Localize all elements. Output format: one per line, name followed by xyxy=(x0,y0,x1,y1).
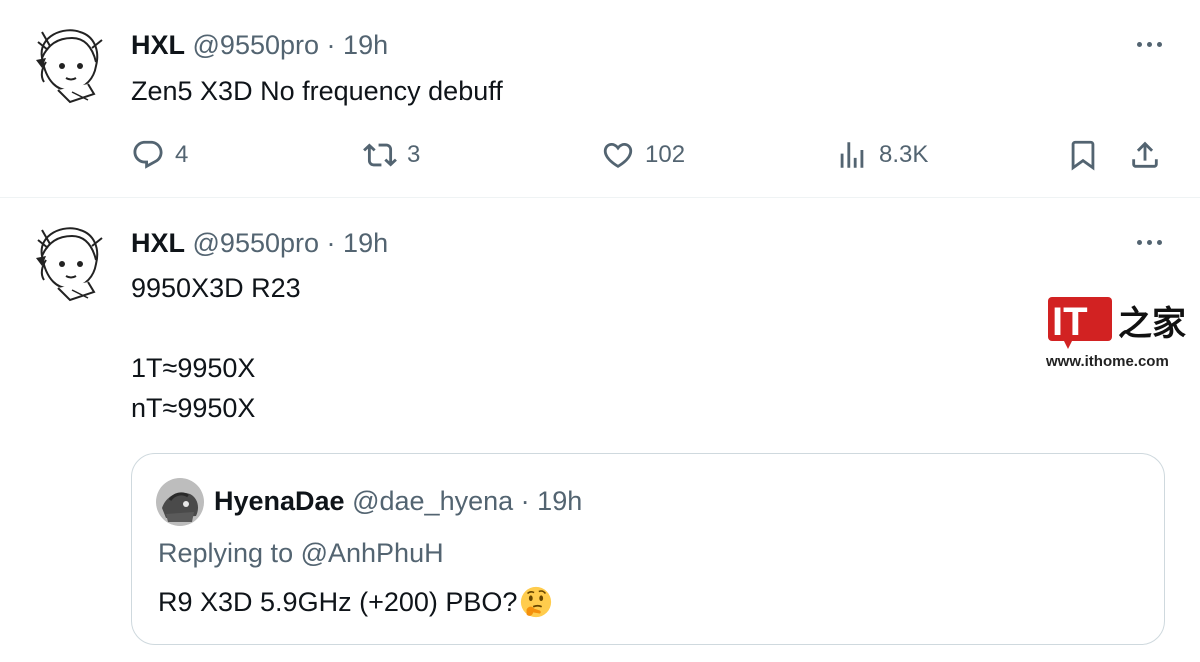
tweet-header: HXL @9550pro · 19h xyxy=(131,226,388,260)
view-count: 8.3K xyxy=(879,141,929,168)
ithome-logo-icon: IT 之家 xyxy=(1048,297,1186,349)
share-button[interactable] xyxy=(1128,136,1162,174)
views-icon xyxy=(840,142,864,168)
action-bar: 4 3 102 8.3K xyxy=(131,136,1162,174)
timestamp[interactable]: 19h xyxy=(343,30,388,60)
separator: · xyxy=(520,486,530,516)
views-button[interactable]: 8.3K xyxy=(835,136,928,174)
reply-count: 4 xyxy=(175,141,189,168)
author-avatar[interactable] xyxy=(28,22,112,106)
more-icon[interactable] xyxy=(1137,240,1162,245)
quote-header: HyenaDae @dae_hyena · 19h xyxy=(214,484,582,518)
author-handle[interactable]: @9550pro xyxy=(193,30,320,60)
like-button[interactable]: 102 xyxy=(601,136,685,174)
replying-prefix: Replying to xyxy=(158,538,301,568)
tweet-line: 9950X3D R23 xyxy=(131,273,301,303)
tweet-line: nT≈9950X xyxy=(131,393,256,423)
replying-to: Replying to @AnhPhuH xyxy=(158,536,444,570)
quote-timestamp[interactable]: 19h xyxy=(537,486,582,516)
share-icon xyxy=(1132,141,1158,168)
tweet-line xyxy=(131,308,301,348)
author-handle[interactable]: @9550pro xyxy=(193,228,320,258)
bookmark-button[interactable] xyxy=(1066,136,1100,174)
timestamp[interactable]: 19h xyxy=(343,228,388,258)
quote-text-content: R9 X3D 5.9GHz (+200) PBO? xyxy=(158,587,518,617)
more-icon[interactable] xyxy=(1137,42,1162,47)
quote-author-avatar[interactable] xyxy=(156,478,204,526)
reply-button[interactable]: 4 xyxy=(131,136,188,174)
like-icon xyxy=(603,142,633,168)
quote-author-name[interactable]: HyenaDae xyxy=(214,486,345,516)
repost-count: 3 xyxy=(407,141,421,168)
svg-text:之家: 之家 xyxy=(1118,304,1186,344)
author-name[interactable]: HXL xyxy=(131,228,185,258)
quote-text: R9 X3D 5.9GHz (+200) PBO? xyxy=(158,584,553,620)
like-count: 102 xyxy=(645,141,686,168)
reply-icon xyxy=(133,140,163,169)
repost-button[interactable]: 3 xyxy=(363,136,420,174)
author-name[interactable]: HXL xyxy=(131,30,185,60)
separator: · xyxy=(326,228,336,258)
tweet-1[interactable]: HXL @9550pro · 19h Zen5 X3D No frequency… xyxy=(0,0,1200,198)
tweet-2[interactable]: HXL @9550pro · 19h 9950X3D R23 1T≈9950X … xyxy=(0,198,1200,662)
tweet-line: 1T≈9950X xyxy=(131,353,256,383)
tweet-text: 9950X3D R23 1T≈9950X nT≈9950X xyxy=(131,268,301,428)
quote-author-handle[interactable]: @dae_hyena xyxy=(352,486,513,516)
svg-text:IT: IT xyxy=(1052,300,1088,344)
tweet-header: HXL @9550pro · 19h xyxy=(131,28,388,62)
tweet-text: Zen5 X3D No frequency debuff xyxy=(131,76,503,106)
replying-mention[interactable]: @AnhPhuH xyxy=(301,538,444,568)
bookmark-icon xyxy=(1071,140,1095,171)
ithome-watermark: IT 之家 www.ithome.com xyxy=(1046,295,1186,375)
thinking-face-icon xyxy=(521,586,552,618)
separator: · xyxy=(326,30,336,60)
repost-icon xyxy=(363,143,397,167)
author-avatar[interactable] xyxy=(28,220,112,304)
ithome-url: www.ithome.com xyxy=(1046,353,1169,370)
quoted-tweet[interactable]: HyenaDae @dae_hyena · 19h Replying to @A… xyxy=(131,453,1165,645)
